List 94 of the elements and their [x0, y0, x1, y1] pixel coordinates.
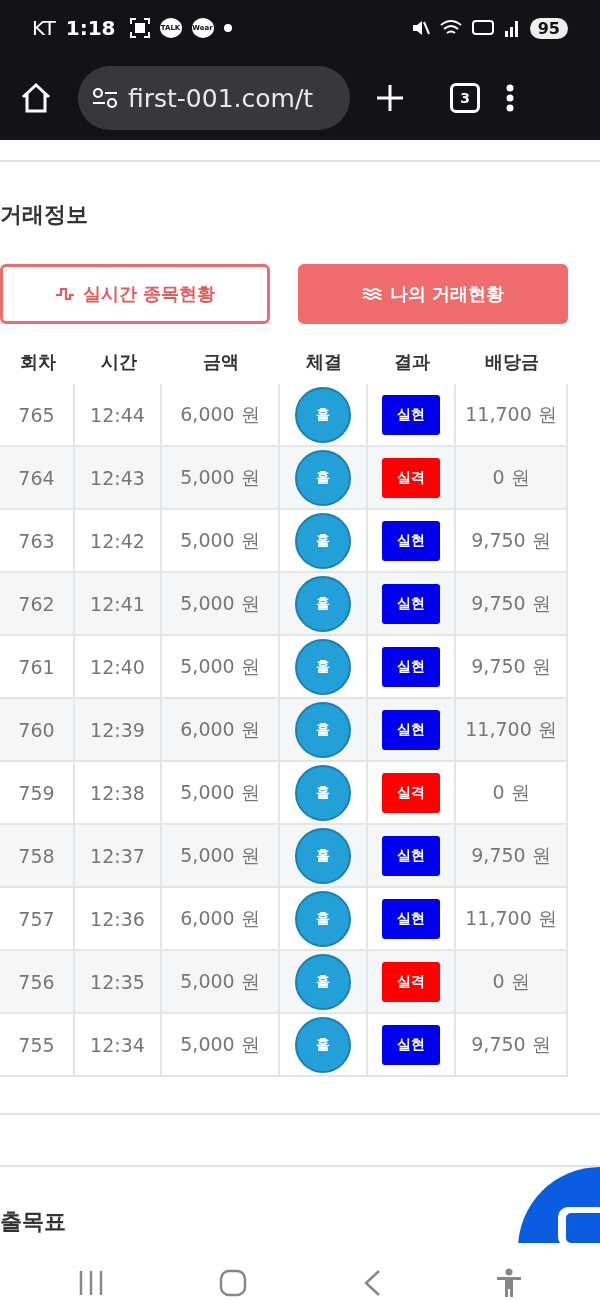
table-cell: 765: [0, 384, 75, 445]
table-cell: 9,750 원: [456, 573, 568, 634]
table-cell: 6,000 원: [162, 699, 280, 760]
column-header: 배당금: [484, 350, 540, 374]
table-cell: 5,000 원: [162, 636, 280, 697]
dot-icon: [223, 24, 232, 32]
carrier-name: KT: [32, 16, 56, 40]
column-header: 체결: [305, 350, 343, 374]
result-ball: 홀: [295, 1016, 351, 1073]
accessibility-icon[interactable]: [496, 1268, 523, 1298]
recent-apps-icon[interactable]: [77, 1270, 104, 1296]
table-cell: 12:41: [75, 573, 162, 634]
result-badge: 실현: [382, 898, 440, 939]
table-cell: 12:43: [75, 447, 162, 508]
result-ball: 홀: [295, 827, 351, 884]
result-ball: 홀: [295, 638, 351, 695]
table-cell: 11,700 원: [456, 888, 568, 949]
table-cell: 5,000 원: [162, 762, 280, 823]
table-cell: 5,000 원: [162, 447, 280, 508]
table-cell: 9,750 원: [456, 825, 568, 886]
table-cell: 5,000 원: [162, 951, 280, 1012]
table-cell: 758: [0, 825, 75, 886]
table-cell: 12:34: [75, 1014, 162, 1075]
result-ball: 홀: [295, 953, 351, 1010]
column-header: 결과: [393, 350, 431, 374]
new-tab-icon[interactable]: [376, 84, 404, 112]
result-badge: 실현: [382, 646, 440, 687]
table-cell: 12:35: [75, 951, 162, 1012]
result-badge: 실격: [382, 961, 440, 1002]
result-ball: 홀: [295, 575, 351, 632]
wifi-icon: [439, 19, 462, 37]
table-cell: 12:36: [75, 888, 162, 949]
section-title: 출목표: [0, 1208, 66, 1236]
result-ball: 홀: [295, 512, 351, 569]
result-ball: 홀: [295, 764, 351, 821]
result-badge: 실현: [382, 709, 440, 750]
result-badge: 실현: [382, 583, 440, 624]
column-header: 회차: [18, 350, 57, 374]
table-cell: 12:42: [75, 510, 162, 571]
table-cell: 0 원: [456, 447, 568, 508]
chat-button-icon[interactable]: [518, 1167, 600, 1243]
result-ball: 홀: [295, 449, 351, 506]
result-badge: 실격: [382, 457, 440, 498]
result-badge: 실현: [382, 1024, 440, 1065]
table-cell: 9,750 원: [456, 510, 568, 571]
result-badge: 실격: [382, 772, 440, 813]
table-cell: 12:40: [75, 636, 162, 697]
table-cell: 12:37: [75, 825, 162, 886]
result-badge: 실현: [382, 520, 440, 561]
table-cell: 762: [0, 573, 75, 634]
table-cell: 6,000 원: [162, 888, 280, 949]
clock: 1:18: [65, 16, 116, 40]
table-cell: 764: [0, 447, 75, 508]
table-cell: 11,700 원: [456, 699, 568, 760]
tab-switcher[interactable]: 3: [450, 83, 480, 113]
table-cell: 0 원: [456, 951, 568, 1012]
column-header: 시간: [99, 350, 138, 374]
table-cell: 756: [0, 951, 75, 1012]
back-icon[interactable]: [362, 1269, 381, 1297]
table-cell: 12:44: [75, 384, 162, 445]
table-cell: 12:39: [75, 699, 162, 760]
column-header: 금액: [202, 350, 240, 374]
table-cell: 760: [0, 699, 75, 760]
table-cell: 0 원: [456, 762, 568, 823]
result-badge: 실현: [382, 394, 440, 435]
section-title: 거래정보: [0, 201, 89, 229]
result-ball: 홀: [295, 701, 351, 758]
battery-level: 95: [529, 17, 568, 39]
table-cell: 755: [0, 1014, 75, 1075]
table-cell: 5,000 원: [162, 510, 280, 571]
table-cell: 763: [0, 510, 75, 571]
signal-icon: [503, 19, 520, 37]
table-cell: 12:38: [75, 762, 162, 823]
table-cell: 5,000 원: [162, 1014, 280, 1075]
table-cell: 5,000 원: [162, 573, 280, 634]
url-text: first-001.com/t: [128, 83, 314, 113]
table-cell: 757: [0, 888, 75, 949]
address-bar[interactable]: first-001.com/t: [78, 66, 350, 130]
site-settings-icon[interactable]: [92, 87, 118, 109]
waves-icon: [361, 287, 382, 301]
table-cell: 761: [0, 636, 75, 697]
table-cell: 759: [0, 762, 75, 823]
menu-icon[interactable]: [506, 84, 514, 112]
result-ball: 홀: [295, 890, 351, 947]
table-cell: 6,000 원: [162, 384, 280, 445]
mute-icon: [411, 19, 430, 37]
result-ball: 홀: [295, 386, 351, 443]
pulse-icon: [54, 286, 75, 302]
table-cell: 11,700 원: [456, 384, 568, 445]
screenshot-icon: [129, 18, 150, 38]
table-cell: 5,000 원: [162, 825, 280, 886]
result-badge: 실현: [382, 835, 440, 876]
table-cell: 9,750 원: [456, 636, 568, 697]
table-cell: 9,750 원: [456, 1014, 568, 1075]
